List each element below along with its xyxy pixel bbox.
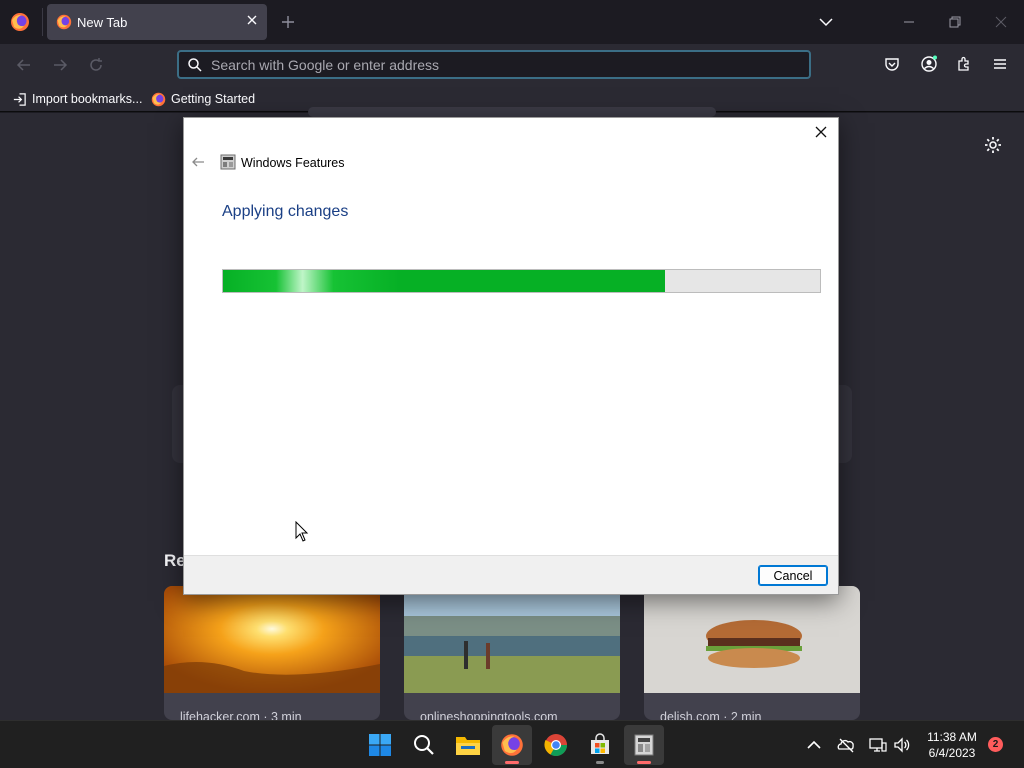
account-icon[interactable] [920,55,938,73]
story-card[interactable]: delish.com · 2 min [644,586,860,720]
forward-arrow-icon[interactable] [51,56,69,74]
mouse-cursor-icon [295,521,309,542]
story-thumbnail-burger [644,586,860,693]
address-bar[interactable] [177,50,811,79]
taskbar-file-explorer[interactable] [448,725,488,765]
folder-icon [456,737,480,755]
restore-icon[interactable] [945,12,965,32]
taskbar-clock[interactable]: 11:38 AM 6/4/2023 [918,729,986,761]
network-icon[interactable] [869,736,887,754]
clock-time: 11:38 AM [927,730,977,744]
story-card[interactable]: onlineshoppingtools.com [404,586,620,720]
firefox-logo-icon[interactable] [10,12,30,32]
address-input[interactable] [211,55,791,75]
list-all-tabs-chevron-icon[interactable] [818,14,834,30]
progress-bar [222,269,821,293]
story-source: lifehacker.com · 3 min [180,710,302,720]
progress-bar-fill [223,270,665,292]
story-thumbnail-city-river [404,586,620,693]
chrome-icon [544,734,567,756]
running-indicator [596,761,604,764]
minimize-icon[interactable] [899,12,919,32]
volume-icon[interactable] [893,736,911,754]
reload-icon[interactable] [87,56,105,74]
gear-icon[interactable] [983,135,1003,155]
running-indicator [505,761,519,764]
back-arrow-icon[interactable] [190,154,206,170]
search-icon [188,58,202,72]
taskbar-microsoft-store[interactable] [580,725,620,765]
taskbar-windows-features[interactable] [624,725,664,765]
windows-features-icon [634,734,654,756]
close-window-icon[interactable] [991,12,1011,32]
pocket-icon[interactable] [883,55,901,73]
new-tab-plus-icon[interactable] [280,14,296,30]
tab-strip: New Tab [0,0,1024,44]
story-thumbnail-sunset [164,586,380,693]
bookmark-label: Getting Started [171,92,256,106]
taskbar-firefox[interactable] [492,725,532,765]
dialog-app-title: Windows Features [241,156,345,170]
onedrive-offline-icon[interactable] [837,736,855,754]
taskbar: 11:38 AM 6/4/2023 2 [0,720,1024,768]
firefox-favicon-icon [56,14,72,30]
store-bag-icon [591,733,609,754]
close-tab-icon[interactable] [245,13,259,27]
tab-new-tab[interactable]: New Tab [47,4,267,40]
show-hidden-icons-chevron-icon[interactable] [805,736,823,754]
cancel-button[interactable]: Cancel [758,565,828,586]
running-indicator [637,761,651,764]
tab-separator [42,8,43,36]
bookmark-label: Import bookmarks... [32,92,143,106]
bookmark-getting-started[interactable]: Getting Started [151,91,255,107]
search-icon [414,735,434,755]
windows-features-dialog: Windows Features Applying changes Cancel [183,117,839,595]
navigation-toolbar [0,44,1024,86]
windows-start-icon [369,734,391,756]
story-card[interactable]: lifehacker.com · 3 min [164,586,380,720]
start-button[interactable] [360,725,400,765]
hamburger-menu-icon[interactable] [991,55,1009,73]
story-source: delish.com · 2 min [660,710,762,720]
clock-date: 6/4/2023 [928,746,976,760]
ntp-search-box [308,107,716,117]
notification-badge[interactable]: 2 [988,737,1003,752]
close-icon[interactable] [813,124,829,140]
extensions-puzzle-icon[interactable] [955,55,973,73]
taskbar-search-button[interactable] [404,725,444,765]
story-source: onlineshoppingtools.com [420,710,558,720]
taskbar-chrome[interactable] [536,725,576,765]
firefox-icon [501,734,523,756]
dialog-footer: Cancel [184,555,838,594]
bookmark-import[interactable]: Import bookmarks... [12,91,142,107]
firefox-favicon-icon [151,92,166,106]
windows-features-icon [220,154,236,170]
dialog-heading: Applying changes [222,203,349,220]
back-arrow-icon[interactable] [15,56,33,74]
import-icon [13,92,26,106]
tab-title: New Tab [77,15,128,30]
